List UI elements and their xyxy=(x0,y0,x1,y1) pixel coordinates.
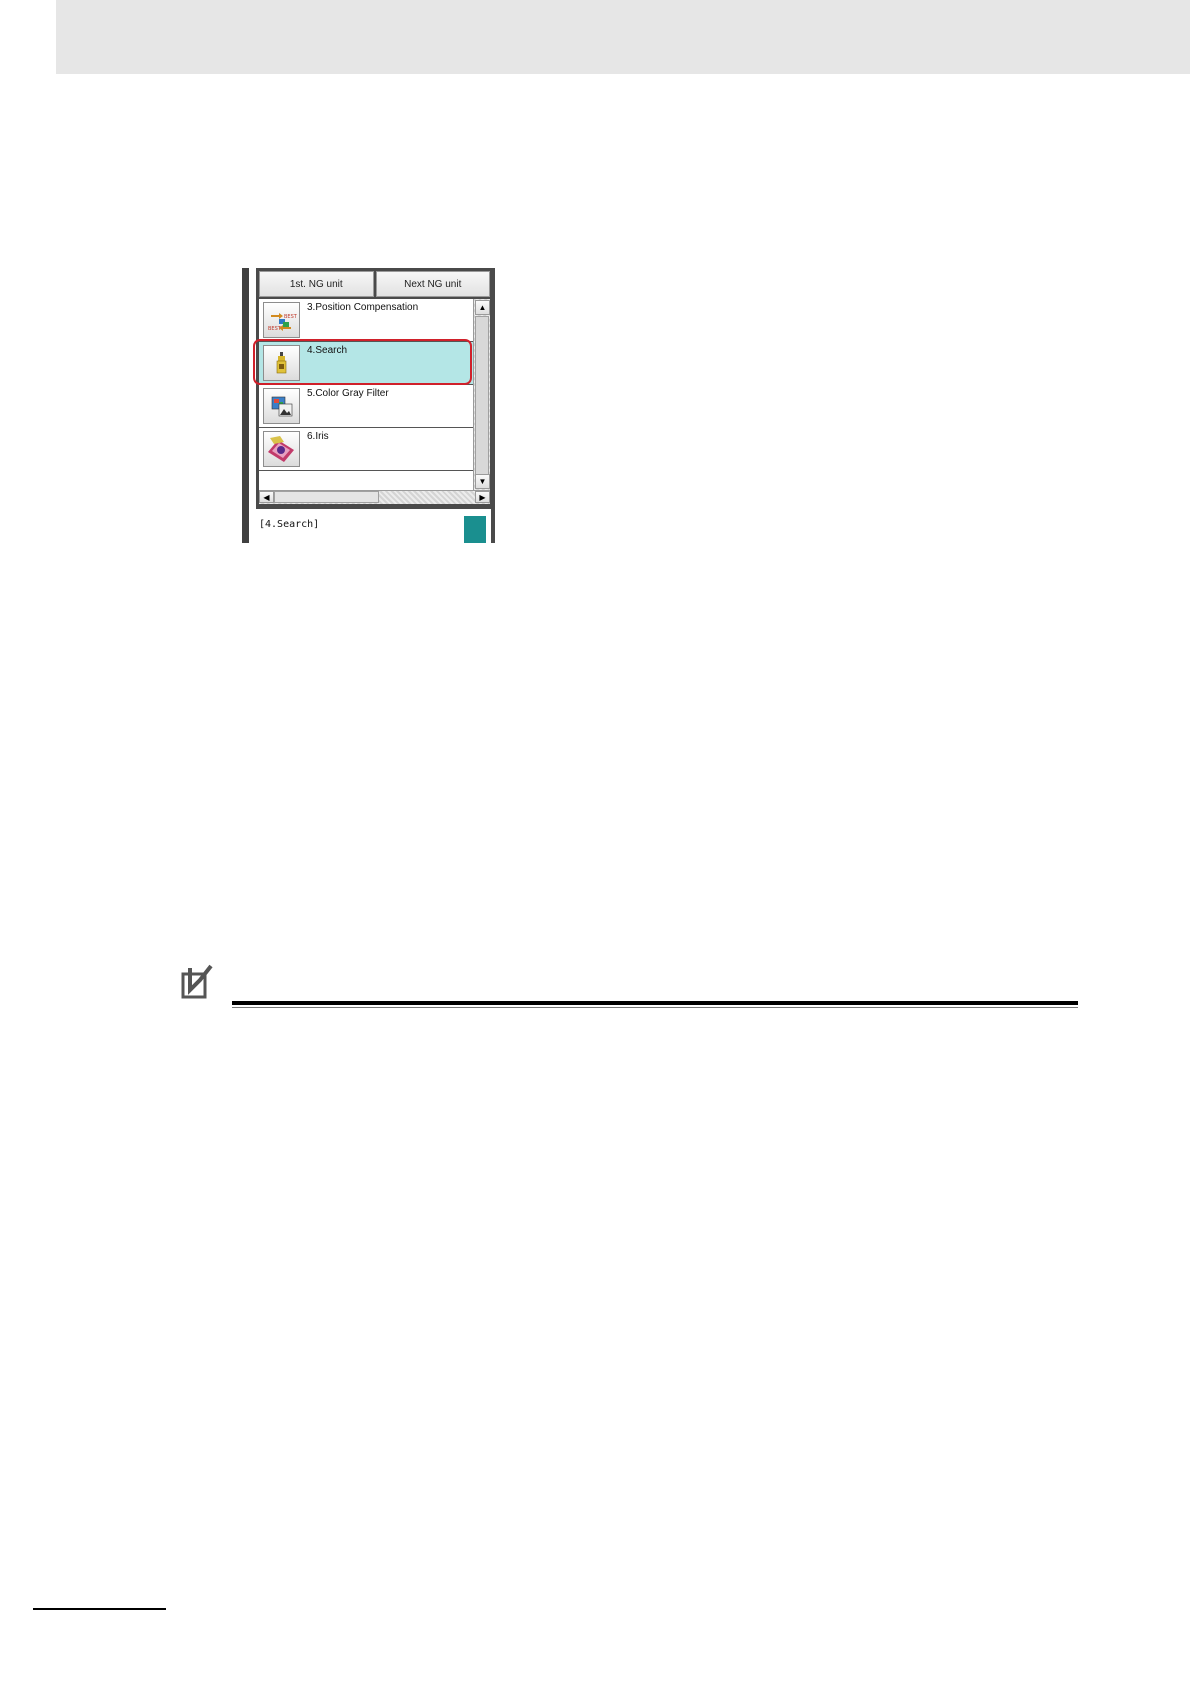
scroll-right-icon[interactable]: ▶ xyxy=(475,491,490,503)
position-compensation-icon: BEST BEST xyxy=(263,302,300,338)
header-band xyxy=(56,0,1190,74)
svg-text:BEST: BEST xyxy=(284,314,298,320)
unit-list-panel: 1st. NG unit Next NG unit BEST BEST 3.Po… xyxy=(242,268,495,543)
precautions-rule-underline xyxy=(232,1007,1078,1008)
vertical-scrollbar[interactable]: ▲ ▼ xyxy=(473,299,490,490)
precautions-rule xyxy=(232,1001,1078,1005)
list-item-color-gray-filter[interactable]: 5.Color Gray Filter xyxy=(259,385,473,428)
precautions-icon xyxy=(180,962,216,1000)
next-ng-unit-button[interactable]: Next NG unit xyxy=(375,271,490,297)
list-item-label: 6.Iris xyxy=(307,431,329,442)
list-item-position-compensation[interactable]: BEST BEST 3.Position Compensation xyxy=(259,299,473,342)
list-item-iris[interactable]: 6.Iris xyxy=(259,428,473,471)
scroll-up-icon[interactable]: ▲ xyxy=(475,300,490,315)
status-indicator xyxy=(464,516,486,543)
first-ng-unit-button[interactable]: 1st. NG unit xyxy=(259,271,374,297)
list-item-label: 5.Color Gray Filter xyxy=(307,388,389,399)
horizontal-scrollbar[interactable]: ◀ ▶ xyxy=(259,490,490,504)
ng-navigation-buttons: 1st. NG unit Next NG unit xyxy=(259,271,490,297)
iris-icon xyxy=(263,431,300,467)
selection-highlight xyxy=(253,339,472,385)
color-gray-filter-icon xyxy=(263,388,300,424)
footer-rule xyxy=(33,1608,166,1610)
unit-list: BEST BEST 3.Position Compensation 4.Sear… xyxy=(253,299,473,490)
horizontal-scroll-thumb[interactable] xyxy=(274,491,379,503)
scroll-left-icon[interactable]: ◀ xyxy=(259,491,274,503)
vertical-scroll-thumb[interactable] xyxy=(475,316,489,476)
status-text: [4.Search] xyxy=(259,519,320,530)
svg-text:BEST: BEST xyxy=(268,326,282,332)
panel-right-border xyxy=(491,509,495,543)
list-item-label: 3.Position Compensation xyxy=(307,302,419,313)
scroll-down-icon[interactable]: ▼ xyxy=(475,474,490,489)
panel-left-border xyxy=(242,268,249,543)
status-bar: [4.Search] xyxy=(256,509,491,543)
